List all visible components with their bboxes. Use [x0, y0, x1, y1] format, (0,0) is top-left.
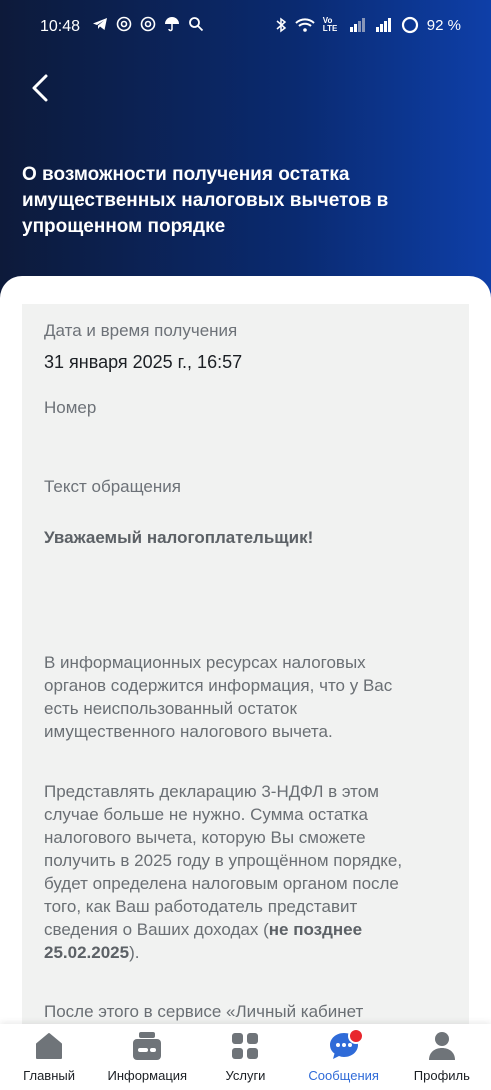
wifi-icon [295, 18, 315, 32]
telegram-icon [93, 18, 107, 30]
date-label: Дата и время получения [44, 321, 238, 340]
nav-label: Услуги [225, 1068, 266, 1083]
header: 10:48 Vo LTE 92 % О возможности получени… [0, 0, 491, 300]
profile-icon [428, 1032, 455, 1060]
message-card: Дата и время получения 31 января 2025 г.… [22, 304, 469, 1024]
signal-icon [349, 18, 365, 32]
home-icon [36, 1033, 63, 1059]
nav-item-services[interactable]: Услуги [196, 1024, 294, 1090]
grid-icon [232, 1033, 259, 1059]
notification-badge [347, 1028, 364, 1044]
greeting: Уважаемый налогоплательщик! [44, 528, 314, 547]
back-button[interactable] [22, 70, 58, 106]
battery-icon [401, 16, 418, 34]
nav-item-info[interactable]: Информация [98, 1024, 196, 1090]
nav-label: Информация [107, 1068, 188, 1083]
bottom-nav: Главный Информация Услуги Сообщения Проф… [0, 1024, 491, 1090]
chat-icon-wrapper [328, 1028, 364, 1062]
nav-label: Сообщения [308, 1068, 379, 1083]
nav-label: Профиль [413, 1068, 470, 1083]
status-notification-icons [92, 16, 204, 32]
status-bar: 10:48 Vo LTE 92 % [0, 0, 491, 56]
message-paragraph: Представлять декларацию 3-НДФЛ в этом сл… [44, 782, 403, 962]
at-sign-icon [116, 16, 132, 32]
battery-percent: 92 % [426, 16, 461, 34]
status-right-icons: Vo LTE 92 % [275, 16, 461, 34]
nav-item-home[interactable]: Главный [0, 1024, 98, 1090]
date-value: 31 января 2025 г., 16:57 [44, 352, 243, 372]
nav-label: Главный [23, 1068, 75, 1083]
status-time: 10:48 [40, 18, 81, 35]
number-label: Номер [44, 398, 97, 417]
message-paragraph: После этого в сервисе «Личный кабинет [44, 1002, 364, 1021]
volte-label: Vo LTE [322, 16, 338, 33]
signal-icon [375, 18, 391, 32]
message-paragraph: В информационных ресурсах налоговых орга… [44, 653, 393, 741]
umbrella-icon [165, 17, 179, 32]
info-card-icon [133, 1032, 162, 1060]
bluetooth-icon [276, 17, 286, 33]
search-icon [189, 17, 204, 32]
text-label: Текст обращения [44, 477, 181, 496]
page-title: О возможности получения остатка имуществ… [22, 164, 389, 237]
chevron-left-icon [32, 74, 48, 102]
nav-item-messages[interactable]: Сообщения [295, 1024, 393, 1090]
nav-item-profile[interactable]: Профиль [393, 1024, 491, 1090]
at-sign-icon [140, 16, 156, 32]
